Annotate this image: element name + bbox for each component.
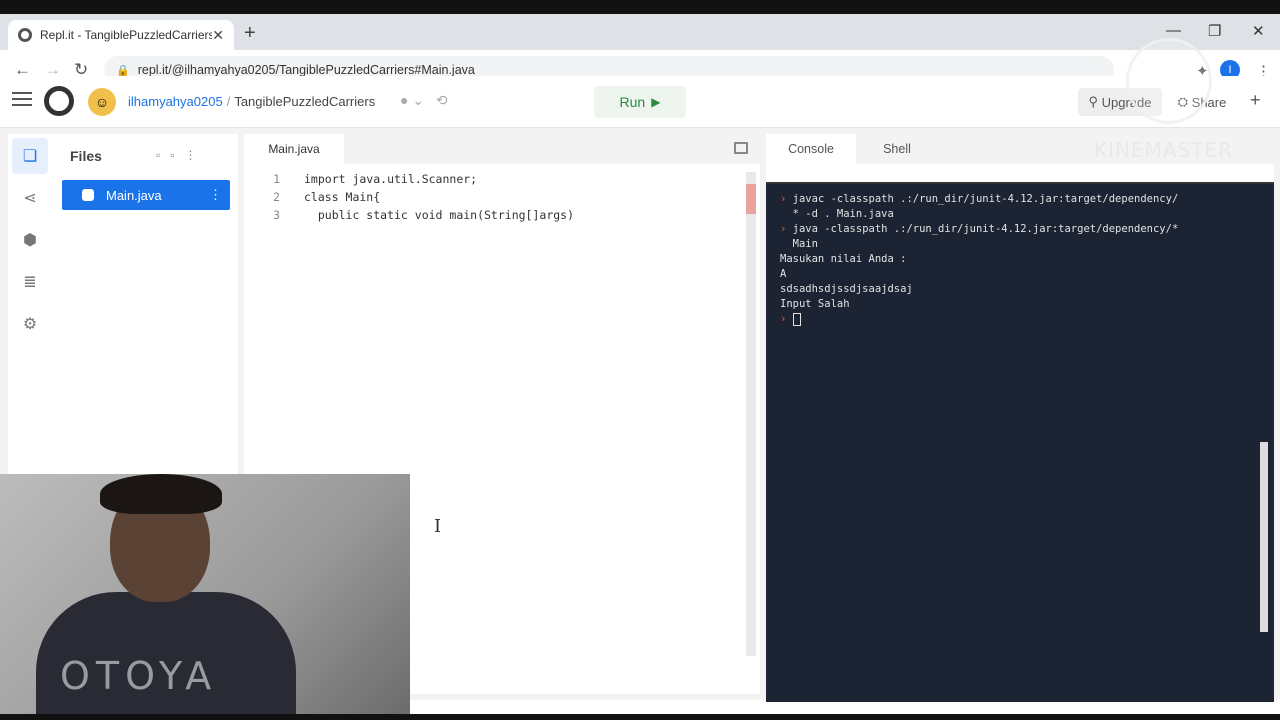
terminal-line: Masukan nilai Anda :: [780, 252, 1260, 267]
replit-favicon-icon: [18, 28, 32, 42]
minimize-icon[interactable]: —: [1166, 22, 1181, 39]
terminal-line: Main: [780, 237, 1260, 252]
editor-scrollbar[interactable]: [746, 172, 756, 656]
repl-options-icons[interactable]: ● ⌄ ⟲: [400, 92, 447, 109]
tab-title: Repl.it - TangiblePuzzledCarriers: [40, 28, 213, 42]
terminal-line: A: [780, 267, 1260, 282]
video-letterbox-top: [0, 0, 1280, 14]
files-icon[interactable]: ❏: [20, 146, 40, 166]
breadcrumb-repl-name[interactable]: TangiblePuzzledCarriers: [234, 94, 375, 109]
terminal-cursor: [792, 312, 801, 326]
shirt-print: OTOYA: [60, 654, 218, 698]
editor-tab-bar: Main.java: [244, 134, 760, 164]
browser-tab[interactable]: Repl.it - TangiblePuzzledCarriers ✕: [8, 20, 234, 50]
text-cursor-icon: I: [434, 516, 442, 537]
breadcrumb-separator: /: [226, 94, 231, 109]
code-line: 2 class Main{: [244, 188, 574, 206]
terminal-scrollbar[interactable]: [1260, 442, 1268, 632]
terminal-text: Masukan nilai Anda :: [780, 253, 907, 265]
settings-gear-icon[interactable]: ⚙: [20, 314, 40, 334]
database-icon[interactable]: ≣: [20, 272, 40, 292]
version-control-icon[interactable]: ⋖: [20, 188, 40, 208]
terminal-text: Input Salah: [780, 298, 850, 310]
kinemaster-watermark: KINEMASTER: [1094, 138, 1233, 162]
upgrade-icon: ⚲: [1088, 94, 1102, 109]
line-number: 3: [273, 208, 280, 222]
terminal-line: * -d . Main.java: [780, 207, 1260, 222]
terminal-text: A: [780, 268, 787, 280]
prompt-icon: ›: [780, 193, 787, 205]
add-icon[interactable]: +: [1250, 90, 1261, 111]
url-text: repl.it/@ilhamyahya0205/TangiblePuzzledC…: [137, 63, 475, 77]
restore-icon[interactable]: ❐: [1208, 22, 1221, 40]
terminal-text: java -classpath .:/run_dir/junit-4.12.ja…: [792, 223, 1179, 235]
line-number: 1: [273, 172, 280, 186]
play-icon: ▶: [651, 95, 661, 109]
terminal-text: * -d . Main.java: [792, 208, 894, 220]
terminal-line: › java -classpath .:/run_dir/junit-4.12.…: [780, 222, 1260, 237]
tab-main-java[interactable]: Main.java: [244, 134, 344, 164]
terminal-output[interactable]: › javac -classpath .:/run_dir/junit-4.12…: [766, 182, 1274, 702]
files-title: Files: [70, 148, 102, 164]
hamburger-menu-icon[interactable]: [12, 92, 32, 108]
java-file-icon: [82, 189, 94, 201]
code-line: 3 public static void main(String[]args): [244, 206, 574, 224]
kinemaster-logo-icon: [1126, 38, 1212, 124]
webcam-overlay: OTOYA: [0, 474, 410, 714]
terminal-line: Input Salah: [780, 297, 1260, 312]
replit-header: ☺ ilhamyahya0205/TangiblePuzzledCarriers…: [0, 76, 1280, 128]
code-text: public static void main(String[]args): [304, 208, 575, 222]
lock-icon: 🔒: [116, 64, 130, 77]
file-item-main-java[interactable]: Main.java ⋮: [62, 180, 230, 210]
scroll-marker: [746, 184, 756, 214]
breadcrumb: ilhamyahya0205/TangiblePuzzledCarriers: [128, 94, 375, 109]
terminal-text: Main: [786, 238, 818, 250]
terminal-input-line[interactable]: ›: [780, 312, 1260, 327]
terminal-line: › javac -classpath .:/run_dir/junit-4.12…: [780, 192, 1260, 207]
code-text: class Main{: [304, 190, 381, 204]
prompt-icon: ›: [780, 313, 787, 325]
tab-console[interactable]: Console: [766, 134, 856, 164]
file-tools-icons[interactable]: ▫▫⋮: [156, 148, 207, 162]
file-item-label: Main.java: [106, 187, 162, 203]
packages-icon[interactable]: ⬢: [20, 230, 40, 250]
file-more-icon[interactable]: ⋮: [209, 187, 222, 203]
tab-shell[interactable]: Shell: [852, 134, 942, 164]
minimize-pane-icon[interactable]: [734, 142, 748, 154]
close-window-icon[interactable]: ✕: [1252, 22, 1265, 40]
line-number: 2: [273, 190, 280, 204]
new-tab-button[interactable]: +: [244, 22, 256, 45]
terminal-text: javac -classpath .:/run_dir/junit-4.12.j…: [792, 193, 1179, 205]
close-tab-icon[interactable]: ✕: [212, 27, 224, 44]
breadcrumb-user[interactable]: ilhamyahya0205: [128, 94, 223, 109]
video-letterbox-bottom: [0, 714, 1280, 720]
run-label: Run: [619, 94, 646, 110]
webcam-person-hair: [100, 474, 222, 514]
code-line: 1 import java.util.Scanner;: [244, 170, 574, 188]
prompt-icon: ›: [780, 223, 787, 235]
user-avatar[interactable]: ☺: [88, 88, 116, 116]
replit-logo-icon[interactable]: [44, 86, 74, 116]
code-text: import java.util.Scanner;: [304, 172, 478, 186]
code-area[interactable]: 1 import java.util.Scanner; 2 class Main{ …: [244, 170, 574, 224]
tab-strip: Repl.it - TangiblePuzzledCarriers ✕ + — …: [0, 14, 1280, 50]
run-button[interactable]: Run ▶: [594, 86, 686, 118]
console-panel: Console Shell › javac -classpath .:/run_…: [766, 134, 1274, 702]
terminal-text: sdsadhsdjssdjsaajdsaj: [780, 283, 913, 295]
terminal-line: sdsadhsdjssdjsaajdsaj: [780, 282, 1260, 297]
